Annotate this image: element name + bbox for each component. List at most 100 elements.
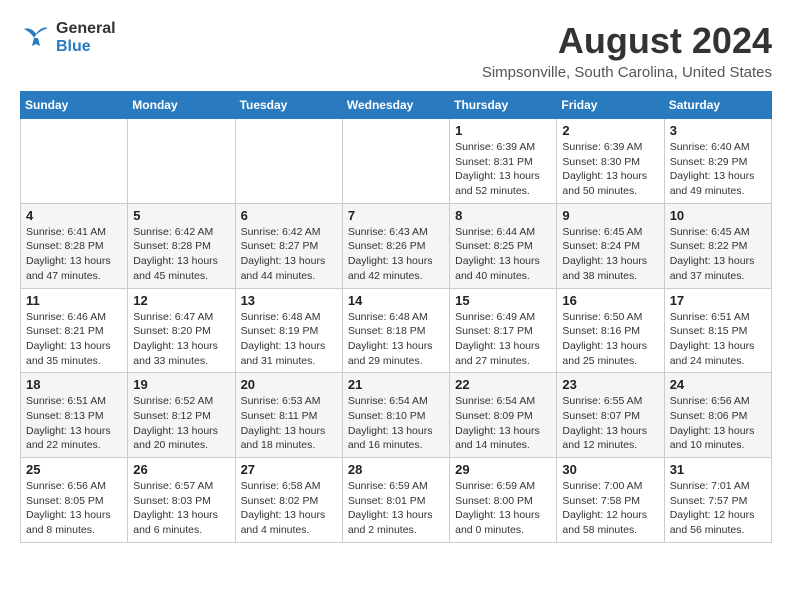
calendar-cell: 30 Sunrise: 7:00 AM Sunset: 7:58 PM Dayli… bbox=[557, 458, 664, 543]
day-of-week-saturday: Saturday bbox=[664, 92, 771, 119]
day-number: 16 bbox=[562, 293, 658, 308]
day-number: 6 bbox=[241, 208, 337, 223]
calendar-cell bbox=[21, 119, 128, 204]
day-info: Sunrise: 6:48 AM Sunset: 8:19 PM Dayligh… bbox=[241, 310, 337, 369]
day-number: 23 bbox=[562, 377, 658, 392]
day-info: Sunrise: 6:59 AM Sunset: 8:01 PM Dayligh… bbox=[348, 479, 444, 538]
day-number: 13 bbox=[241, 293, 337, 308]
day-number: 26 bbox=[133, 462, 229, 477]
calendar-cell: 7Sunrise: 6:43 AM Sunset: 8:26 PM Daylig… bbox=[342, 203, 449, 288]
day-number: 17 bbox=[670, 293, 766, 308]
calendar-week-5: 25 Sunrise: 6:56 AM Sunset: 8:05 PM Dayli… bbox=[21, 458, 772, 543]
day-info: Sunrise: 6:55 AM Sunset: 8:07 PM Dayligh… bbox=[562, 394, 658, 453]
day-number: 19 bbox=[133, 377, 229, 392]
calendar-cell: 9Sunrise: 6:45 AM Sunset: 8:24 PM Daylig… bbox=[557, 203, 664, 288]
calendar-cell: 28 Sunrise: 6:59 AM Sunset: 8:01 PM Dayli… bbox=[342, 458, 449, 543]
day-of-week-sunday: Sunday bbox=[21, 92, 128, 119]
day-info: Sunrise: 6:39 AM Sunset: 8:31 PM Dayligh… bbox=[455, 140, 551, 199]
calendar-week-2: 4 Sunrise: 6:41 AM Sunset: 8:28 PM Daylig… bbox=[21, 203, 772, 288]
calendar-cell: 10 Sunrise: 6:45 AM Sunset: 8:22 PM Dayli… bbox=[664, 203, 771, 288]
logo-text-blue: Blue bbox=[56, 38, 91, 55]
calendar-cell: 3 Sunrise: 6:40 AM Sunset: 8:29 PM Daylig… bbox=[664, 119, 771, 204]
day-info: Sunrise: 6:52 AM Sunset: 8:12 PM Dayligh… bbox=[133, 394, 229, 453]
day-info: Sunrise: 6:39 AM Sunset: 8:30 PM Dayligh… bbox=[562, 140, 658, 199]
day-number: 28 bbox=[348, 462, 444, 477]
day-info: Sunrise: 7:01 AM Sunset: 7:57 PM Dayligh… bbox=[670, 479, 766, 538]
day-info: Sunrise: 6:43 AM Sunset: 8:26 PM Dayligh… bbox=[348, 225, 444, 284]
day-info: Sunrise: 6:53 AM Sunset: 8:11 PM Dayligh… bbox=[241, 394, 337, 453]
day-number: 27 bbox=[241, 462, 337, 477]
calendar-cell: 24 Sunrise: 6:56 AM Sunset: 8:06 PM Dayli… bbox=[664, 373, 771, 458]
day-info: Sunrise: 6:59 AM Sunset: 8:00 PM Dayligh… bbox=[455, 479, 551, 538]
calendar-week-1: 1 Sunrise: 6:39 AM Sunset: 8:31 PM Daylig… bbox=[21, 119, 772, 204]
day-number: 3 bbox=[670, 123, 766, 138]
calendar-cell: 12Sunrise: 6:47 AM Sunset: 8:20 PM Dayli… bbox=[128, 288, 235, 373]
day-number: 20 bbox=[241, 377, 337, 392]
day-info: Sunrise: 6:54 AM Sunset: 8:10 PM Dayligh… bbox=[348, 394, 444, 453]
calendar-cell bbox=[235, 119, 342, 204]
calendar-cell: 2Sunrise: 6:39 AM Sunset: 8:30 PM Daylig… bbox=[557, 119, 664, 204]
day-number: 30 bbox=[562, 462, 658, 477]
calendar-cell: 17 Sunrise: 6:51 AM Sunset: 8:15 PM Dayli… bbox=[664, 288, 771, 373]
day-info: Sunrise: 6:50 AM Sunset: 8:16 PM Dayligh… bbox=[562, 310, 658, 369]
day-info: Sunrise: 6:44 AM Sunset: 8:25 PM Dayligh… bbox=[455, 225, 551, 284]
day-of-week-thursday: Thursday bbox=[450, 92, 557, 119]
calendar-cell: 20 Sunrise: 6:53 AM Sunset: 8:11 PM Dayli… bbox=[235, 373, 342, 458]
calendar-title-area: August 2024 Simpsonville, South Carolina… bbox=[482, 20, 772, 81]
calendar-cell: 18Sunrise: 6:51 AM Sunset: 8:13 PM Dayli… bbox=[21, 373, 128, 458]
day-info: Sunrise: 6:42 AM Sunset: 8:28 PM Dayligh… bbox=[133, 225, 229, 284]
day-info: Sunrise: 6:46 AM Sunset: 8:21 PM Dayligh… bbox=[26, 310, 122, 369]
day-info: Sunrise: 6:51 AM Sunset: 8:15 PM Dayligh… bbox=[670, 310, 766, 369]
calendar-cell bbox=[128, 119, 235, 204]
calendar-week-3: 11 Sunrise: 6:46 AM Sunset: 8:21 PM Dayli… bbox=[21, 288, 772, 373]
day-info: Sunrise: 6:45 AM Sunset: 8:24 PM Dayligh… bbox=[562, 225, 658, 284]
calendar-cell: 26 Sunrise: 6:57 AM Sunset: 8:03 PM Dayli… bbox=[128, 458, 235, 543]
day-number: 24 bbox=[670, 377, 766, 392]
day-of-week-monday: Monday bbox=[128, 92, 235, 119]
day-info: Sunrise: 6:56 AM Sunset: 8:05 PM Dayligh… bbox=[26, 479, 122, 538]
calendar-cell: 22Sunrise: 6:54 AM Sunset: 8:09 PM Dayli… bbox=[450, 373, 557, 458]
calendar-cell: 31 Sunrise: 7:01 AM Sunset: 7:57 PM Dayli… bbox=[664, 458, 771, 543]
calendar-cell: 15Sunrise: 6:49 AM Sunset: 8:17 PM Dayli… bbox=[450, 288, 557, 373]
day-info: Sunrise: 6:49 AM Sunset: 8:17 PM Dayligh… bbox=[455, 310, 551, 369]
day-info: Sunrise: 7:00 AM Sunset: 7:58 PM Dayligh… bbox=[562, 479, 658, 538]
calendar-cell: 25 Sunrise: 6:56 AM Sunset: 8:05 PM Dayli… bbox=[21, 458, 128, 543]
day-info: Sunrise: 6:41 AM Sunset: 8:28 PM Dayligh… bbox=[26, 225, 122, 284]
logo-text-general: General bbox=[56, 20, 116, 37]
day-number: 31 bbox=[670, 462, 766, 477]
day-info: Sunrise: 6:47 AM Sunset: 8:20 PM Dayligh… bbox=[133, 310, 229, 369]
day-number: 14 bbox=[348, 293, 444, 308]
day-of-week-wednesday: Wednesday bbox=[342, 92, 449, 119]
day-info: Sunrise: 6:56 AM Sunset: 8:06 PM Dayligh… bbox=[670, 394, 766, 453]
day-info: Sunrise: 6:42 AM Sunset: 8:27 PM Dayligh… bbox=[241, 225, 337, 284]
day-info: Sunrise: 6:40 AM Sunset: 8:29 PM Dayligh… bbox=[670, 140, 766, 199]
calendar-cell: 1 Sunrise: 6:39 AM Sunset: 8:31 PM Daylig… bbox=[450, 119, 557, 204]
location-title: Simpsonville, South Carolina, United Sta… bbox=[482, 64, 772, 81]
day-number: 25 bbox=[26, 462, 122, 477]
month-title: August 2024 bbox=[482, 20, 772, 62]
day-info: Sunrise: 6:57 AM Sunset: 8:03 PM Dayligh… bbox=[133, 479, 229, 538]
day-number: 5 bbox=[133, 208, 229, 223]
calendar-cell: 27 Sunrise: 6:58 AM Sunset: 8:02 PM Dayli… bbox=[235, 458, 342, 543]
page-header: General Blue August 2024 Simpsonville, S… bbox=[20, 20, 772, 81]
day-number: 1 bbox=[455, 123, 551, 138]
day-of-week-friday: Friday bbox=[557, 92, 664, 119]
calendar-cell: 13 Sunrise: 6:48 AM Sunset: 8:19 PM Dayli… bbox=[235, 288, 342, 373]
day-info: Sunrise: 6:54 AM Sunset: 8:09 PM Dayligh… bbox=[455, 394, 551, 453]
calendar-cell: 16 Sunrise: 6:50 AM Sunset: 8:16 PM Dayli… bbox=[557, 288, 664, 373]
day-number: 4 bbox=[26, 208, 122, 223]
day-number: 29 bbox=[455, 462, 551, 477]
day-info: Sunrise: 6:45 AM Sunset: 8:22 PM Dayligh… bbox=[670, 225, 766, 284]
calendar-cell: 19 Sunrise: 6:52 AM Sunset: 8:12 PM Dayli… bbox=[128, 373, 235, 458]
calendar-cell: 4 Sunrise: 6:41 AM Sunset: 8:28 PM Daylig… bbox=[21, 203, 128, 288]
day-info: Sunrise: 6:48 AM Sunset: 8:18 PM Dayligh… bbox=[348, 310, 444, 369]
calendar-cell: 29 Sunrise: 6:59 AM Sunset: 8:00 PM Dayli… bbox=[450, 458, 557, 543]
day-number: 11 bbox=[26, 293, 122, 308]
logo: General Blue bbox=[20, 20, 116, 55]
calendar-table: SundayMondayTuesdayWednesdayThursdayFrid… bbox=[20, 91, 772, 543]
day-of-week-tuesday: Tuesday bbox=[235, 92, 342, 119]
day-info: Sunrise: 6:58 AM Sunset: 8:02 PM Dayligh… bbox=[241, 479, 337, 538]
day-number: 10 bbox=[670, 208, 766, 223]
day-info: Sunrise: 6:51 AM Sunset: 8:13 PM Dayligh… bbox=[26, 394, 122, 453]
calendar-cell: 14 Sunrise: 6:48 AM Sunset: 8:18 PM Dayli… bbox=[342, 288, 449, 373]
